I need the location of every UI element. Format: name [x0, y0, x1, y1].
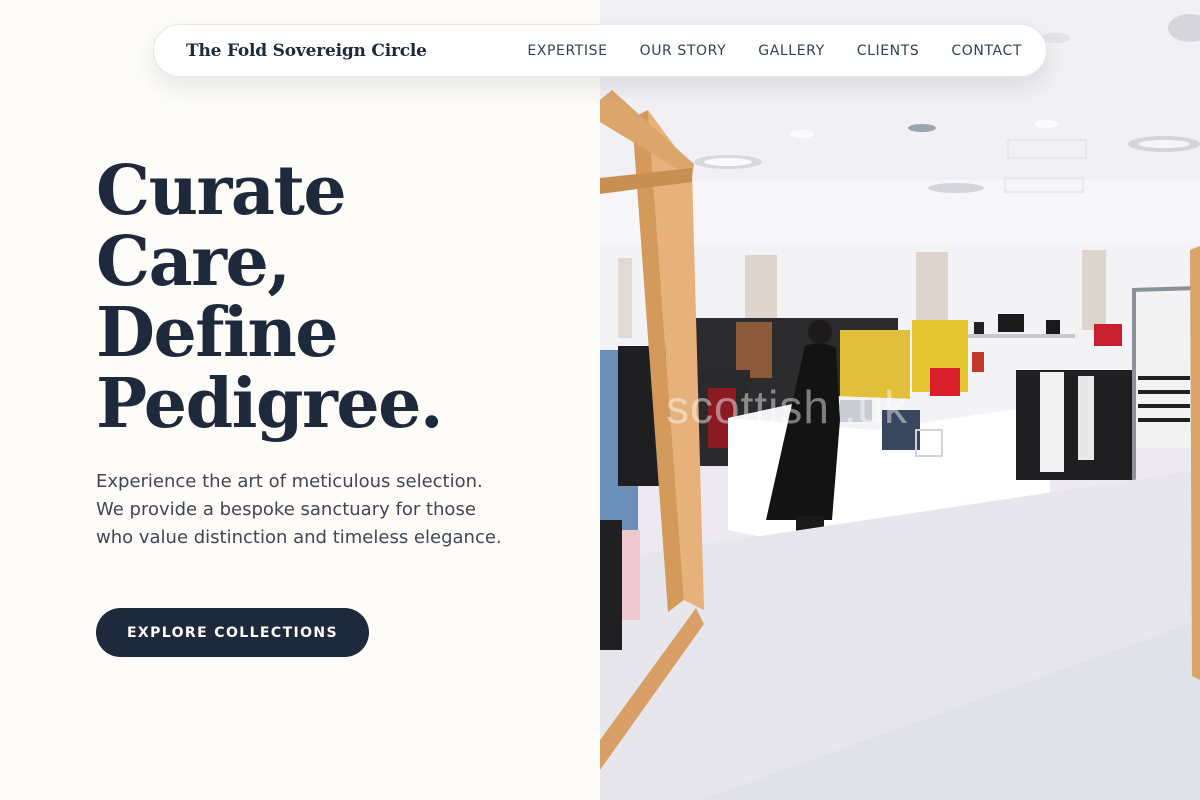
nav-link-our-story[interactable]: OUR STORY	[640, 43, 727, 59]
nav-link-clients[interactable]: CLIENTS	[857, 43, 920, 59]
brand-logo[interactable]: The Fold Sovereign Circle	[186, 41, 427, 61]
hero-title-line: Define	[96, 293, 339, 373]
nav-link-expertise[interactable]: EXPERTISE	[527, 43, 607, 59]
nav-links: EXPERTISE OUR STORY GALLERY CLIENTS CONT…	[527, 43, 1022, 59]
hero-title: Curate Care, Define Pedigree.	[96, 156, 556, 440]
hero-subtitle: Experience the art of meticulous selecti…	[96, 471, 502, 548]
nav-link-gallery[interactable]: GALLERY	[758, 43, 824, 59]
nav-link-contact[interactable]: CONTACT	[951, 43, 1022, 59]
photo-watermark: scottish .uk	[666, 381, 909, 433]
top-navigation: The Fold Sovereign Circle EXPERTISE OUR …	[153, 24, 1047, 77]
hero-title-line: Curate	[96, 151, 347, 231]
explore-collections-button[interactable]: EXPLORE COLLECTIONS	[96, 608, 369, 657]
hero-photo: scottish .uk	[600, 0, 1200, 800]
hero-title-line: Care,	[96, 222, 291, 302]
hero-title-line: Pedigree.	[96, 364, 444, 444]
